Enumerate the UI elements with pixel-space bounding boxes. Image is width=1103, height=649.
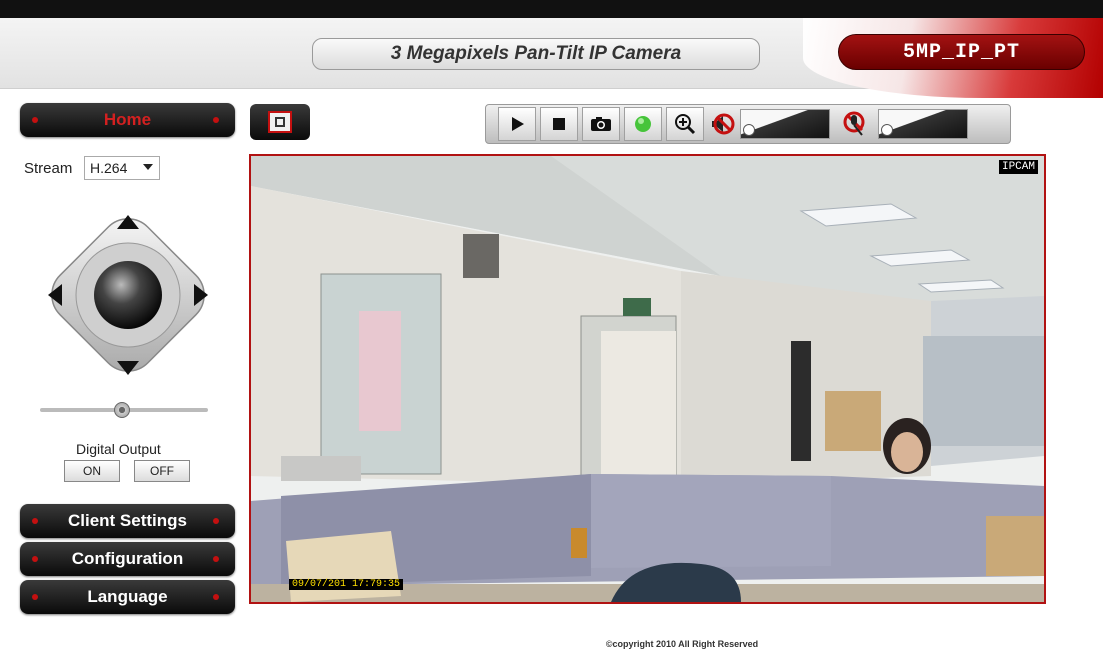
bullet-icon (213, 556, 219, 562)
model-badge: 5MP_IP_PT (838, 34, 1085, 70)
fullscreen-icon (268, 111, 292, 133)
ipcam-overlay: IPCAM (998, 160, 1038, 174)
digital-zoom-button[interactable] (666, 107, 704, 141)
snapshot-icon (591, 117, 611, 131)
speaker-mute-icon (712, 113, 735, 135)
play-button[interactable] (498, 107, 536, 141)
language-label: Language (87, 587, 168, 606)
video-timestamp: 09/07/201 17:79:35 (289, 579, 404, 590)
home-button-label: Home (103, 110, 152, 129)
digital-output-label: Digital Output (76, 441, 161, 457)
home-button[interactable]: Home (20, 103, 235, 137)
ptz-control (48, 215, 208, 375)
record-button[interactable] (624, 107, 662, 141)
microphone-button[interactable] (838, 107, 874, 141)
bullet-icon (213, 117, 219, 123)
slider-knob[interactable] (881, 124, 893, 136)
slider-knob[interactable] (743, 124, 755, 136)
chevron-down-icon (143, 164, 153, 170)
language-button[interactable]: Language (20, 580, 235, 614)
bullet-icon (32, 117, 38, 123)
bullet-icon (32, 594, 38, 600)
bullet-icon (213, 518, 219, 524)
stream-label: Stream (24, 160, 73, 177)
speaker-volume-slider[interactable] (740, 109, 830, 139)
record-indicator-icon (635, 116, 651, 132)
digital-output-on-button[interactable]: ON (64, 460, 120, 482)
configuration-label: Configuration (71, 549, 184, 568)
page-title: 3 Megapixels Pan-Tilt IP Camera (312, 38, 760, 70)
zoom-in-icon (675, 114, 696, 135)
top-bar (0, 0, 1103, 18)
microphone-volume-slider[interactable] (878, 109, 968, 139)
bullet-icon (32, 518, 38, 524)
stream-select-value: H.264 (90, 160, 128, 176)
stop-button[interactable] (540, 107, 578, 141)
copyright-text: ©copyright 2010 All Right Reserved (605, 639, 759, 649)
client-settings-label: Client Settings (67, 511, 187, 530)
stop-icon (553, 118, 565, 130)
stream-select[interactable]: H.264 (84, 156, 160, 180)
configuration-button[interactable]: Configuration (20, 542, 235, 576)
ptz-speed-knob[interactable] (114, 402, 130, 418)
snapshot-button[interactable] (582, 107, 620, 141)
bullet-icon (213, 594, 219, 600)
digital-output-off-button[interactable]: OFF (134, 460, 190, 482)
media-toolbar (485, 104, 1011, 144)
client-settings-button[interactable]: Client Settings (20, 504, 235, 538)
play-icon (512, 117, 524, 131)
video-frame (251, 156, 1044, 602)
live-video-view[interactable]: IPCAM 09/07/201 17:79:35 (249, 154, 1046, 604)
speaker-button[interactable] (708, 107, 736, 141)
bullet-icon (32, 556, 38, 562)
microphone-mute-icon (843, 111, 865, 136)
ptz-center-knob[interactable] (94, 261, 162, 329)
fullscreen-button[interactable] (250, 104, 310, 140)
